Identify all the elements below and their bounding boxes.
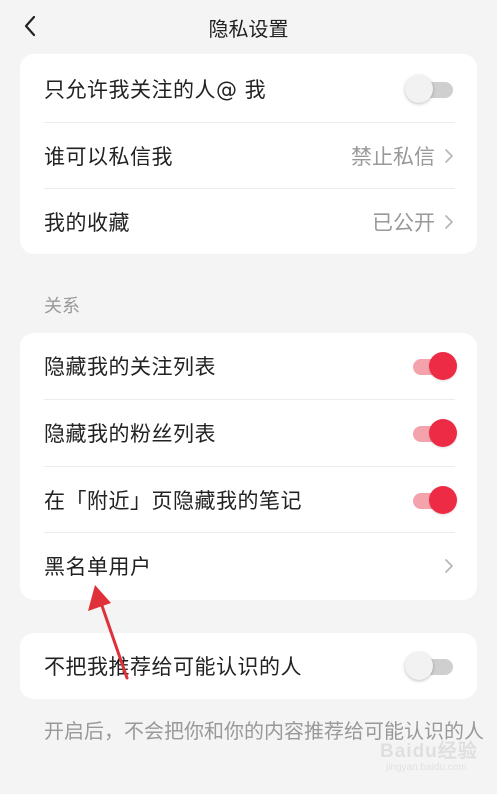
row-label: 隐藏我的粉丝列表 (44, 422, 216, 446)
toggle-knob (429, 419, 457, 447)
row-value: 禁止私信 (351, 145, 435, 169)
row-who-can-message[interactable]: 谁可以私信我 禁止私信 (20, 123, 477, 189)
chevron-right-icon (445, 559, 453, 573)
row-label: 我的收藏 (44, 211, 130, 235)
row-value: 已公开 (372, 211, 435, 235)
row-my-collections[interactable]: 我的收藏 已公开 (20, 189, 477, 254)
row-value-wrap: 已公开 (372, 207, 455, 237)
row-hide-following: 隐藏我的关注列表 (20, 333, 477, 399)
chevron-right-icon (445, 215, 453, 229)
toggle-knob (405, 652, 433, 680)
no-recommend-toggle[interactable] (405, 652, 455, 680)
recommend-card: 不把我推荐给可能认识的人 (20, 633, 477, 699)
mention-toggle[interactable] (405, 75, 455, 103)
watermark-url: jingyan.baidu.com (386, 762, 467, 773)
baidu-watermark: Baidu经验 jingyan.baidu.com (380, 732, 492, 782)
hide-following-toggle[interactable] (411, 352, 457, 380)
row-label: 不把我推荐给可能认识的人 (44, 655, 302, 679)
row-value-wrap: 禁止私信 (351, 141, 455, 171)
chevron-right-icon (445, 149, 453, 163)
relationship-card: 隐藏我的关注列表 隐藏我的粉丝列表 在「附近」页隐藏我的笔记 黑名单用户 (20, 333, 477, 600)
row-no-recommend: 不把我推荐给可能认识的人 (20, 633, 477, 699)
row-hide-nearby-notes: 在「附近」页隐藏我的笔记 (20, 467, 477, 533)
hide-nearby-toggle[interactable] (411, 486, 457, 514)
toggle-knob (429, 352, 457, 380)
section-label: 关系 (44, 296, 80, 317)
row-label: 谁可以私信我 (44, 145, 173, 169)
row-label: 隐藏我的关注列表 (44, 355, 216, 379)
hide-followers-toggle[interactable] (411, 419, 457, 447)
row-label: 在「附近」页隐藏我的笔记 (44, 489, 302, 513)
row-blacklist[interactable]: 黑名单用户 (20, 533, 477, 599)
row-label: 只允许我关注的人@ 我 (44, 78, 267, 102)
watermark-brand: Baidu经验 (380, 741, 478, 762)
nav-bar: 隐私设置 (0, 0, 497, 52)
row-mention-only-followed: 只允许我关注的人@ 我 (20, 56, 477, 122)
row-label: 黑名单用户 (44, 555, 152, 579)
privacy-card: 只允许我关注的人@ 我 谁可以私信我 禁止私信 我的收藏 已公开 (20, 54, 477, 254)
toggle-knob (429, 486, 457, 514)
toggle-knob (405, 75, 433, 103)
page-title: 隐私设置 (208, 17, 289, 41)
row-hide-followers: 隐藏我的粉丝列表 (20, 400, 477, 466)
